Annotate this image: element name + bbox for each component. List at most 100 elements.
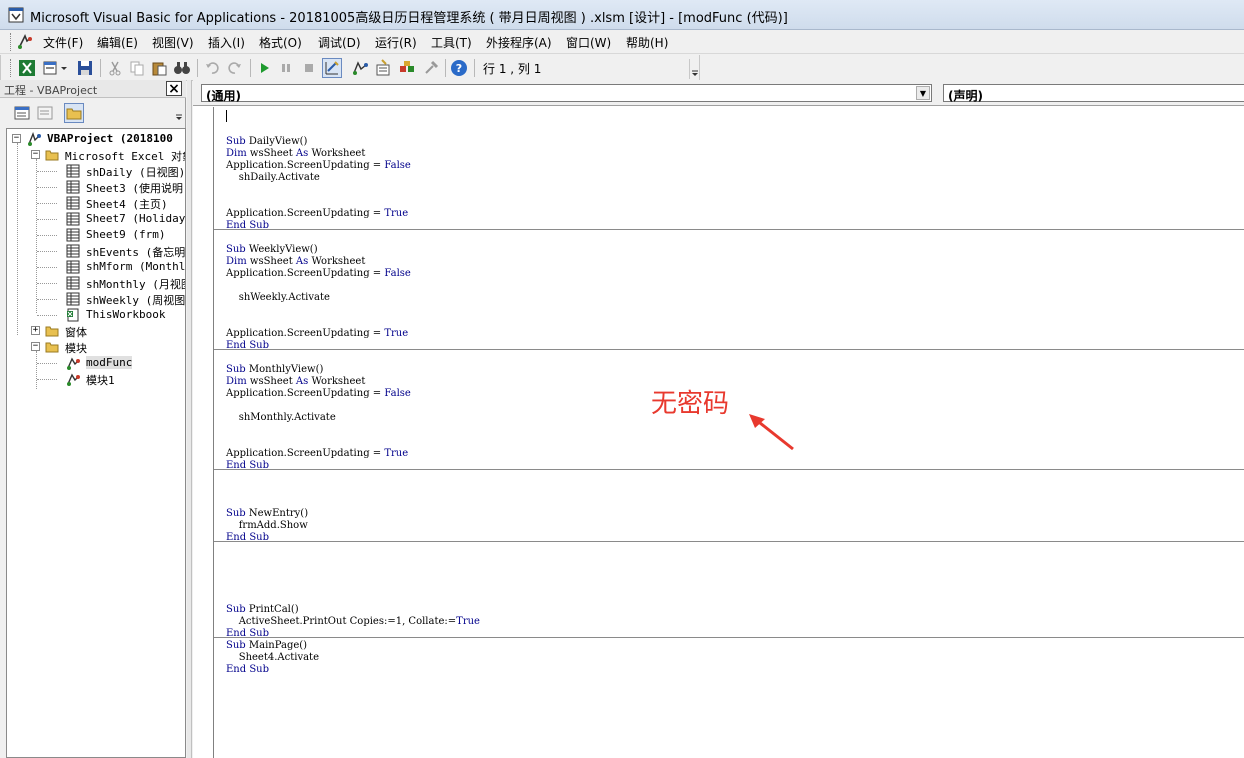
code-line[interactable]: shMonthly.Activate — [226, 412, 336, 424]
tree-node-sheet[interactable]: shDaily (日视图) — [11, 163, 185, 179]
menu-run[interactable]: 运行(R) — [373, 34, 419, 51]
tree-node-workbook[interactable]: ThisWorkbook — [11, 307, 185, 323]
tree-node-sheet[interactable]: shWeekly (周视图 — [11, 291, 185, 307]
reset-icon[interactable] — [299, 58, 319, 78]
expand-icon[interactable]: + — [31, 326, 40, 335]
chevron-down-icon[interactable] — [174, 105, 185, 123]
code-editor[interactable]: Sub DailyView() Dim wsSheet As Worksheet A… — [193, 107, 1244, 758]
excel-view-icon[interactable] — [17, 58, 37, 78]
cursor-position-label: 行 1 , 列 1 — [483, 62, 542, 76]
tree-node-module[interactable]: modFunc — [11, 355, 185, 371]
copy-icon[interactable] — [127, 58, 147, 78]
menu-window[interactable]: 窗口(W) — [564, 34, 613, 51]
tree-node-sheet[interactable]: Sheet3 (使用说明 — [11, 179, 185, 195]
worksheet-icon — [66, 196, 80, 210]
view-object-icon[interactable] — [35, 103, 55, 123]
vba-menu-icon[interactable] — [16, 33, 34, 51]
code-line[interactable]: Application.ScreenUpdating = True — [226, 448, 408, 460]
menu-file[interactable]: 文件(F) — [41, 34, 85, 51]
collapse-icon[interactable]: − — [12, 134, 21, 143]
menu-addins[interactable]: 外接程序(A) — [484, 34, 554, 51]
object-browser-icon[interactable] — [397, 58, 417, 78]
find-icon[interactable] — [172, 58, 192, 78]
insert-userform-icon[interactable] — [41, 58, 61, 78]
code-line[interactable]: End Sub — [226, 628, 269, 640]
close-icon[interactable]: × — [166, 81, 182, 97]
break-icon[interactable] — [276, 58, 296, 78]
code-line[interactable]: Application.ScreenUpdating = False — [226, 160, 411, 172]
code-line[interactable]: Dim wsSheet As Worksheet — [226, 148, 365, 160]
code-line[interactable]: Application.ScreenUpdating = False — [226, 388, 411, 400]
code-line[interactable]: Application.ScreenUpdating = True — [226, 208, 408, 220]
code-line[interactable]: Sub WeeklyView() — [226, 244, 318, 256]
tree-node-modules[interactable]: − 模块 — [11, 339, 185, 355]
menu-insert[interactable]: 插入(I) — [206, 34, 247, 51]
tree-node-sheet[interactable]: Sheet4 (主页) — [11, 195, 185, 211]
code-line[interactable]: End Sub — [226, 532, 269, 544]
redo-icon[interactable] — [225, 58, 245, 78]
code-line[interactable]: Application.ScreenUpdating = False — [226, 268, 411, 280]
code-line[interactable]: Application.ScreenUpdating = True — [226, 328, 408, 340]
tree-node-module[interactable]: 模块1 — [11, 371, 185, 387]
code-line[interactable]: Sub DailyView() — [226, 136, 307, 148]
worksheet-icon — [66, 180, 80, 194]
code-line[interactable]: shDaily.Activate — [226, 172, 320, 184]
code-line[interactable]: End Sub — [226, 220, 269, 232]
tree-node-excel-objects[interactable]: − Microsoft Excel 对象 — [11, 147, 185, 163]
code-line[interactable]: ActiveSheet.PrintOut Copies:=1, Collate:… — [226, 616, 480, 628]
paste-icon[interactable] — [149, 58, 169, 78]
code-line[interactable]: frmAdd.Show — [226, 520, 308, 532]
tree-node-sheet[interactable]: shEvents (备忘明 — [11, 243, 185, 259]
tree-node-sheet[interactable]: shMform (Monthly — [11, 259, 185, 275]
collapse-icon[interactable]: − — [31, 150, 40, 159]
project-explorer-icon[interactable] — [350, 58, 370, 78]
object-combo[interactable]: (通用) ▼ — [201, 84, 932, 103]
menu-debug[interactable]: 调试(D) — [316, 34, 363, 51]
code-line[interactable]: Dim wsSheet As Worksheet — [226, 376, 365, 388]
menubar-grip[interactable] — [10, 33, 13, 51]
view-code-icon[interactable] — [12, 103, 32, 123]
tree-label-module: 模块1 — [86, 374, 115, 387]
chevron-down-icon[interactable]: ▼ — [916, 86, 930, 100]
menu-help[interactable]: 帮助(H) — [624, 34, 670, 51]
code-line[interactable]: Sheet4.Activate — [226, 652, 319, 664]
panel-splitter[interactable] — [187, 80, 192, 758]
code-line[interactable]: shWeekly.Activate — [226, 292, 330, 304]
worksheet-icon — [66, 292, 80, 306]
tree-node-sheet[interactable]: shMonthly (月视图 — [11, 275, 185, 291]
procedure-combo[interactable]: (声明) — [943, 84, 1244, 103]
chevron-down-icon[interactable] — [59, 58, 69, 78]
tree-node-sheet[interactable]: Sheet9 (frm) — [11, 227, 185, 243]
menu-format[interactable]: 格式(O) — [257, 34, 304, 51]
tree-node-root[interactable]: − VBAProject (2018100 — [11, 131, 185, 147]
toolbar-separator — [250, 59, 251, 77]
code-line[interactable]: End Sub — [226, 460, 269, 472]
run-icon[interactable] — [254, 58, 274, 78]
undo-icon[interactable] — [202, 58, 222, 78]
code-line[interactable]: Sub MainPage() — [226, 640, 307, 652]
code-line[interactable]: End Sub — [226, 664, 269, 676]
project-explorer-panel: 工程 - VBAProject × − VBAProject (2018100 … — [0, 80, 186, 758]
toolbar-grip[interactable] — [10, 59, 13, 77]
menu-tools[interactable]: 工具(T) — [429, 34, 474, 51]
tree-line — [37, 299, 57, 300]
collapse-icon[interactable]: − — [31, 342, 40, 351]
menu-edit[interactable]: 编辑(E) — [95, 34, 140, 51]
code-line[interactable]: Sub MonthlyView() — [226, 364, 323, 376]
vba-app-icon[interactable] — [8, 7, 24, 23]
code-line[interactable]: Sub PrintCal() — [226, 604, 299, 616]
tree-node-sheet[interactable]: Sheet7 (Holidays — [11, 211, 185, 227]
toolbar-overflow[interactable] — [689, 59, 700, 79]
toggle-folders-icon[interactable] — [64, 103, 84, 123]
cut-icon[interactable] — [105, 58, 125, 78]
properties-icon[interactable] — [373, 58, 393, 78]
save-icon[interactable] — [75, 58, 95, 78]
code-line[interactable]: End Sub — [226, 340, 269, 352]
help-icon[interactable]: ? — [449, 58, 469, 78]
menu-view[interactable]: 视图(V) — [150, 34, 196, 51]
code-line[interactable]: Sub NewEntry() — [226, 508, 308, 520]
tree-node-forms[interactable]: + 窗体 — [11, 323, 185, 339]
design-mode-icon[interactable] — [322, 58, 342, 78]
code-line[interactable]: Dim wsSheet As Worksheet — [226, 256, 365, 268]
toolbox-icon[interactable] — [421, 58, 441, 78]
